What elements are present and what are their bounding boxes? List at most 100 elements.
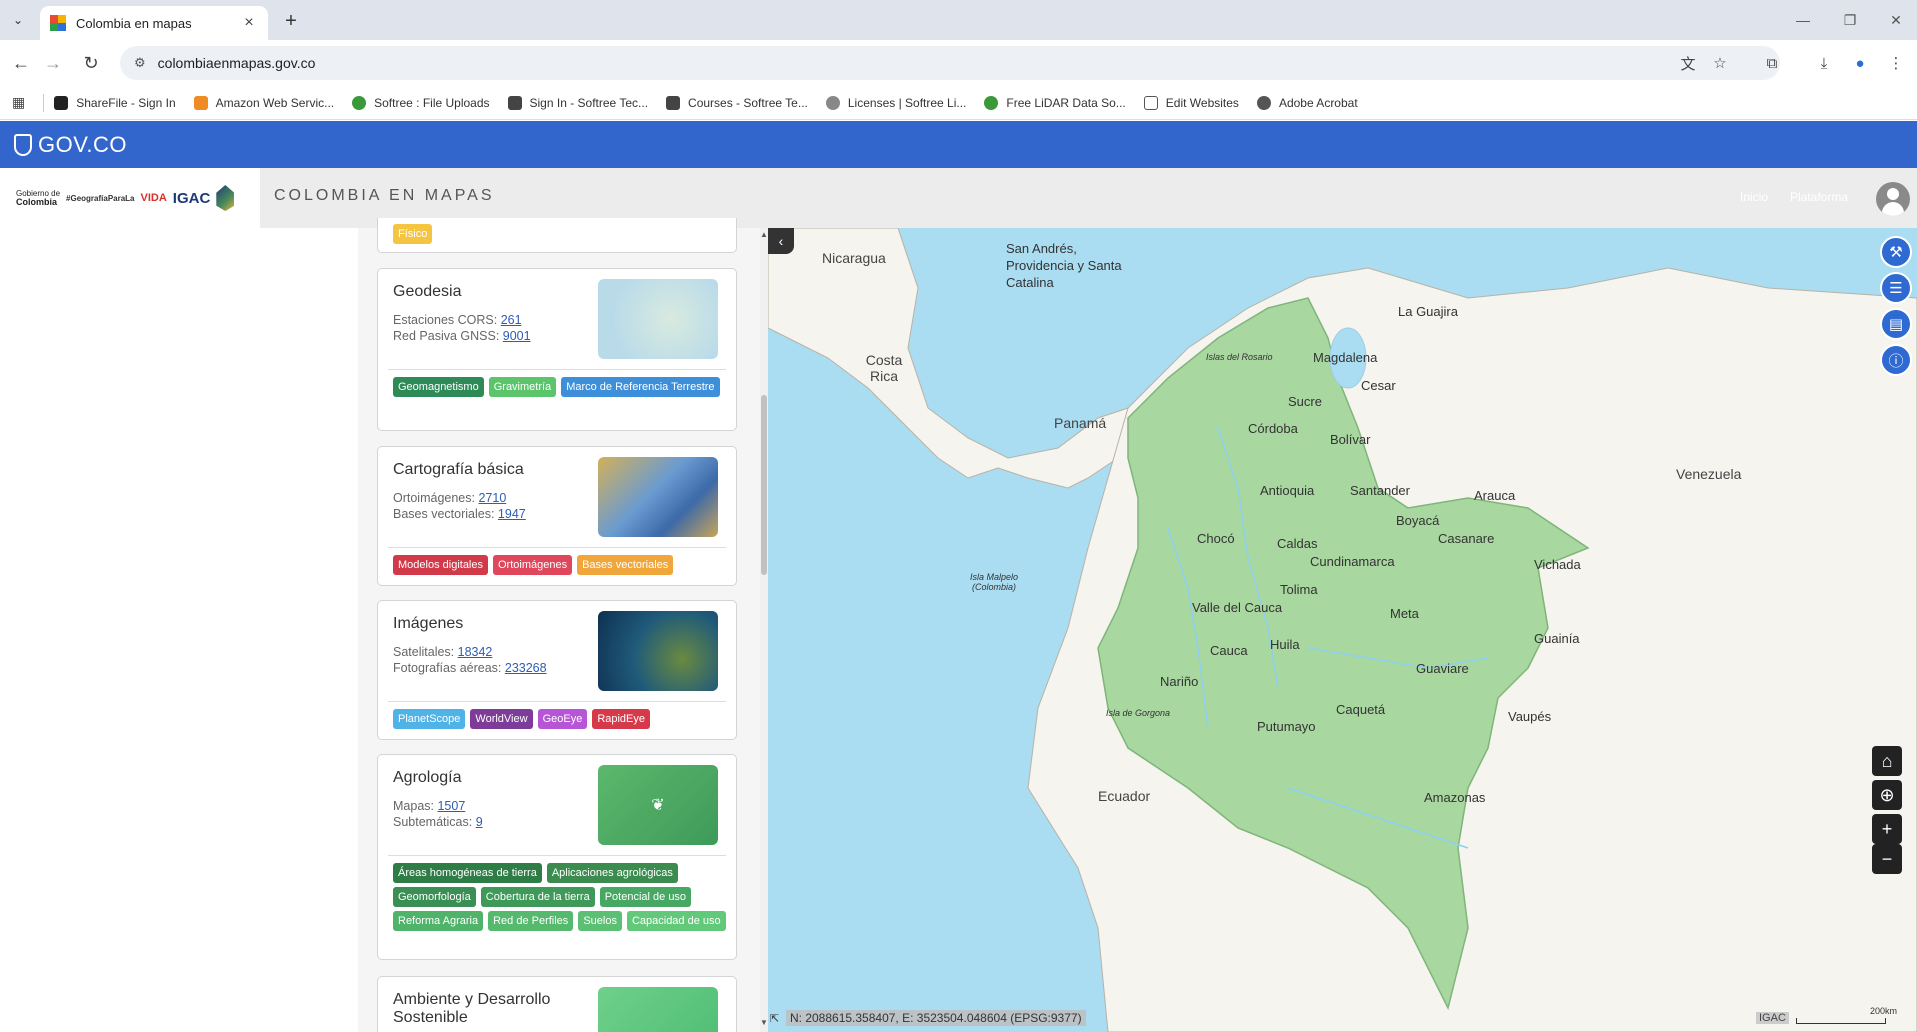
tag[interactable]: GeoEye bbox=[537, 709, 588, 729]
catalog-card-geodesia[interactable]: Geodesia Estaciones CORS: 261 Red Pasiva… bbox=[377, 268, 737, 431]
tag[interactable]: Reforma Agraria bbox=[393, 911, 484, 931]
resize-icon[interactable]: ⇱ bbox=[770, 1012, 779, 1025]
card-title: Agrología bbox=[393, 769, 462, 786]
translate-icon[interactable]: 文 bbox=[1676, 51, 1700, 75]
download-icon[interactable]: ⤓ bbox=[1812, 51, 1836, 75]
map-label-department: Arauca bbox=[1474, 488, 1516, 503]
catalog-card-agrologia[interactable]: Agrología Mapas: 1507 Subtemáticas: 9 ❦ … bbox=[377, 754, 737, 960]
collapse-panel-button[interactable]: ‹ bbox=[768, 228, 794, 254]
scroll-down-icon[interactable]: ▼ bbox=[760, 1018, 768, 1027]
tag[interactable]: Suelos bbox=[578, 911, 622, 931]
stat-link[interactable]: 261 bbox=[501, 313, 522, 327]
zoom-in-button[interactable]: + bbox=[1872, 814, 1902, 844]
gov-shield-icon bbox=[14, 133, 32, 156]
stat-link[interactable]: 9 bbox=[476, 815, 483, 829]
tag[interactable]: PlanetScope bbox=[393, 709, 466, 729]
stat-link[interactable]: 1507 bbox=[437, 799, 465, 813]
tag[interactable]: Cobertura de la tierra bbox=[480, 887, 595, 907]
bookmark-item[interactable]: Free LiDAR Data So... bbox=[984, 95, 1126, 110]
close-window-icon[interactable]: ✕ bbox=[1876, 8, 1916, 32]
tag[interactable]: Potencial de uso bbox=[599, 887, 692, 907]
tag[interactable]: Geomagnetismo bbox=[393, 377, 484, 397]
igac-emblem-icon bbox=[216, 185, 235, 211]
scroll-up-icon[interactable]: ▲ bbox=[760, 230, 768, 239]
reload-icon[interactable]: ↻ bbox=[78, 50, 104, 76]
catalog-card-cartografia[interactable]: Cartografía básica Ortoimágenes: 2710 Ba… bbox=[377, 446, 737, 586]
tab-search-icon[interactable]: ⌄ bbox=[6, 8, 30, 32]
tag[interactable]: Físico bbox=[393, 224, 433, 244]
tools-button[interactable]: ⚒ bbox=[1880, 236, 1912, 268]
tag[interactable]: Capacidad de uso bbox=[626, 911, 726, 931]
map-label-department: Cesar bbox=[1361, 378, 1396, 393]
bookmark-item[interactable]: Amazon Web Servic... bbox=[193, 95, 334, 110]
card-divider bbox=[388, 369, 726, 370]
menu-icon[interactable]: ⋮ bbox=[1884, 51, 1908, 75]
tag[interactable]: Aplicaciones agrológicas bbox=[546, 863, 678, 883]
browser-tab[interactable]: Colombia en mapas × bbox=[40, 6, 268, 40]
tag[interactable]: RapidEye bbox=[592, 709, 651, 729]
card-stat: Satelitales: 18342 bbox=[393, 645, 493, 659]
panel-scrollbar[interactable] bbox=[760, 228, 768, 1032]
tag[interactable]: WorldView bbox=[470, 709, 533, 729]
apps-grid-icon[interactable]: ▦ bbox=[12, 94, 25, 111]
stat-link[interactable]: 1947 bbox=[498, 507, 526, 521]
back-icon[interactable]: ← bbox=[8, 50, 34, 76]
panel-scrollbar-thumb[interactable] bbox=[761, 395, 767, 575]
card-title: Geodesia bbox=[393, 283, 462, 300]
tag[interactable]: Bases vectoriales bbox=[577, 555, 674, 575]
card-divider bbox=[388, 701, 726, 702]
home-icon: ⌂ bbox=[1881, 750, 1893, 771]
map-label-department: Magdalena bbox=[1313, 350, 1378, 365]
stat-link[interactable]: 233268 bbox=[505, 661, 547, 675]
tag[interactable]: Áreas homogéneas de tierra bbox=[393, 863, 542, 883]
catalog-card-imagenes[interactable]: Imágenes Satelitales: 18342 Fotografías … bbox=[377, 600, 737, 740]
forward-icon[interactable]: → bbox=[40, 50, 66, 76]
catalog-card-ambiente[interactable]: Ambiente y Desarrollo Sostenible bbox=[377, 976, 737, 1032]
bookmark-item[interactable]: Softree : File Uploads bbox=[352, 95, 490, 110]
basemap-button[interactable]: ▤ bbox=[1880, 308, 1912, 340]
bookmark-item[interactable]: Courses - Softree Te... bbox=[666, 95, 808, 110]
layers-button[interactable]: ☰ bbox=[1880, 272, 1912, 304]
profile-icon[interactable]: ● bbox=[1848, 51, 1872, 75]
gov-logo-text[interactable]: GOV.CO bbox=[38, 132, 127, 158]
bookmark-item[interactable]: Adobe Acrobat bbox=[1256, 95, 1358, 110]
map-view[interactable]: ‹ Nicaragua Costa Rica Panamá Venezuela … bbox=[768, 228, 1917, 1032]
card-divider bbox=[388, 547, 726, 548]
locate-button[interactable]: ⊕ bbox=[1872, 780, 1902, 810]
stat-link[interactable]: 18342 bbox=[458, 645, 493, 659]
nav-link-plataforma[interactable]: Plataforma bbox=[1790, 190, 1848, 204]
address-bar[interactable]: ⚙ colombiaenmapas.gov.co bbox=[120, 46, 1780, 80]
map-label-country: Venezuela bbox=[1676, 466, 1742, 482]
site-info-icon[interactable]: ⚙ bbox=[134, 55, 146, 71]
bookmark-item[interactable]: Licenses | Softree Li... bbox=[825, 95, 966, 110]
bookmark-item[interactable]: ShareFile - Sign In bbox=[54, 95, 176, 110]
user-avatar-icon[interactable] bbox=[1876, 182, 1910, 216]
map-label-department: Meta bbox=[1390, 606, 1419, 621]
card-thumbnail: ❦ bbox=[598, 765, 718, 845]
stat-link[interactable]: 2710 bbox=[478, 491, 506, 505]
map-attribution[interactable]: IGAC bbox=[1756, 1012, 1789, 1024]
extensions-icon[interactable]: ⧉ bbox=[1760, 51, 1784, 75]
restore-icon[interactable]: ❐ bbox=[1830, 8, 1870, 32]
bookmark-folder[interactable]: Edit Websites bbox=[1143, 95, 1239, 110]
tag[interactable]: Gravimetría bbox=[488, 377, 557, 397]
minimize-icon[interactable]: — bbox=[1783, 8, 1823, 32]
tag[interactable]: Modelos digitales bbox=[393, 555, 488, 575]
zoom-out-button[interactable]: − bbox=[1872, 844, 1902, 874]
stat-link[interactable]: 9001 bbox=[503, 329, 531, 343]
map-label-island: Isla Malpelo (Colombia) bbox=[969, 572, 1019, 592]
nav-link-inicio[interactable]: Inicio bbox=[1740, 190, 1768, 204]
tag[interactable]: Geomorfología bbox=[393, 887, 476, 907]
tag[interactable]: Marco de Referencia Terrestre bbox=[561, 377, 720, 397]
bookmark-item[interactable]: Sign In - Softree Tec... bbox=[507, 95, 648, 110]
tag[interactable]: Red de Perfiles bbox=[488, 911, 574, 931]
map-label-department: La Guajira bbox=[1398, 304, 1458, 319]
new-tab-button[interactable]: + bbox=[278, 8, 304, 34]
home-button[interactable]: ⌂ bbox=[1872, 746, 1902, 776]
map-label-department: Chocó bbox=[1197, 531, 1235, 546]
bookmark-star-icon[interactable]: ☆ bbox=[1708, 51, 1732, 75]
tag[interactable]: Ortoimágenes bbox=[493, 555, 573, 575]
tab-close-icon[interactable]: × bbox=[240, 14, 258, 32]
info-button[interactable]: ⓘ bbox=[1880, 344, 1912, 376]
map-label-department: Caquetá bbox=[1336, 702, 1386, 717]
